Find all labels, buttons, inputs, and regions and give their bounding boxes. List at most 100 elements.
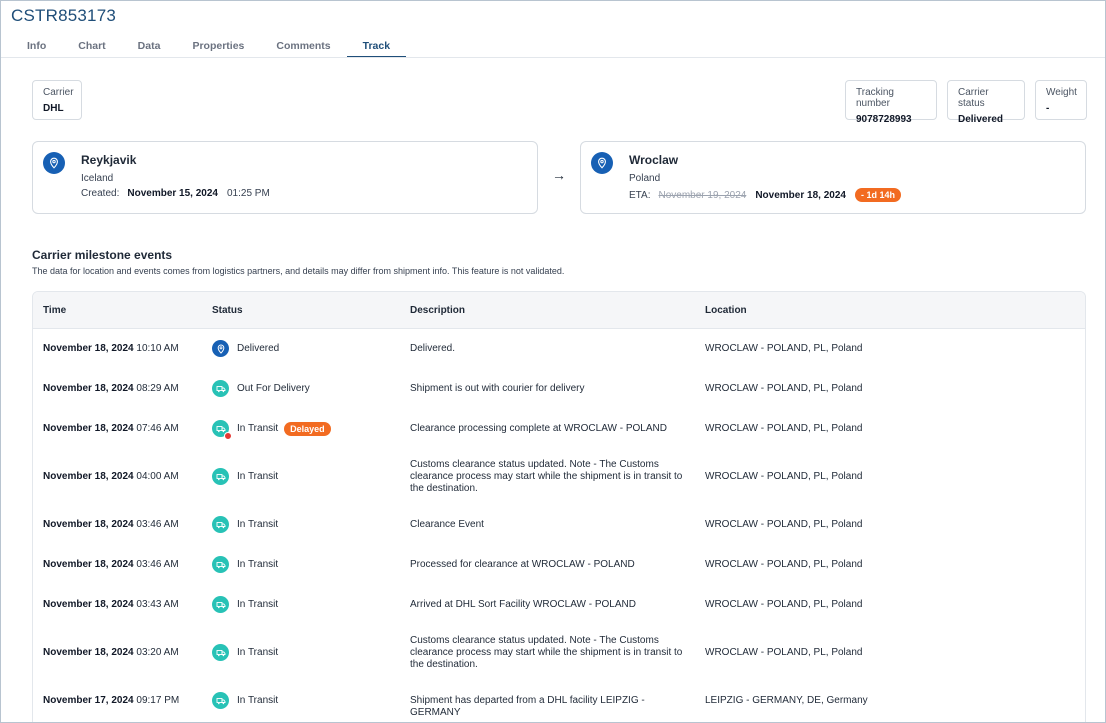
route-arrow-icon: → <box>552 167 566 183</box>
origin-city: Reykjavik <box>81 153 137 167</box>
row-location: LEIPZIG - GERMANY, DE, Germany <box>705 695 868 706</box>
row-description: Customs clearance status updated. Note -… <box>410 459 683 494</box>
table-row[interactable]: November 18, 2024 03:43 AM In Transit Arri… <box>33 585 1085 625</box>
eta-diff-badge: - 1d 14h <box>854 188 901 202</box>
table-row[interactable]: November 18, 2024 03:46 AM In Transit Proc… <box>33 545 1085 585</box>
row-time: November 17, 2024 09:17 PM <box>43 695 179 706</box>
row-status: In Transit <box>212 556 278 573</box>
carrier-box: Carrier DHL <box>32 80 82 120</box>
table-body: November 18, 2024 10:10 AM Delivered Deliv… <box>33 329 1085 721</box>
carrier-status-box: Carrier status Delivered <box>947 80 1025 125</box>
table-row[interactable]: November 18, 2024 03:20 AM In Transit Cust… <box>33 625 1085 681</box>
tab-info[interactable]: Info <box>11 32 62 58</box>
table-row[interactable]: November 18, 2024 10:10 AM Delivered Deliv… <box>33 329 1085 369</box>
row-status: Out For Delivery <box>212 380 310 397</box>
tracking-number-label: Tracking number <box>856 87 894 109</box>
pin-icon <box>212 340 229 357</box>
row-clock: 07:46 AM <box>136 423 179 434</box>
row-description: Shipment is out with courier for deliver… <box>410 383 585 394</box>
tracking-number-value: 9078728993 <box>856 114 912 125</box>
row-clock: 08:29 AM <box>136 383 179 394</box>
tab-comments[interactable]: Comments <box>260 32 346 58</box>
row-time: November 18, 2024 10:10 AM <box>43 343 179 354</box>
tab-properties[interactable]: Properties <box>176 32 260 58</box>
truck-icon <box>212 516 229 533</box>
row-time: November 18, 2024 03:43 AM <box>43 599 179 610</box>
row-clock: 09:17 PM <box>136 695 180 706</box>
tab-track[interactable]: Track <box>346 32 407 58</box>
row-status: In Transit <box>212 468 278 485</box>
weight-value: - <box>1046 103 1050 114</box>
carrier-label: Carrier <box>43 87 74 98</box>
eta-actual: November 18, 2024 <box>755 189 846 201</box>
table-row[interactable]: November 18, 2024 08:29 AM Out For Delive… <box>33 369 1085 409</box>
row-time: November 18, 2024 03:46 AM <box>43 559 179 570</box>
row-description: Arrived at DHL Sort Facility WROCLAW - P… <box>410 599 636 610</box>
alert-dot-icon <box>224 432 232 440</box>
column-time[interactable]: Time <box>43 305 66 316</box>
destination-country: Poland <box>629 173 661 184</box>
milestones-table: Time Status Description Location Novembe… <box>32 291 1086 722</box>
weight-label: Weight <box>1046 87 1077 98</box>
row-location: WROCLAW - POLAND, PL, Poland <box>705 647 863 658</box>
eta-original: November 19, 2024 <box>658 189 747 201</box>
delayed-badge: Delayed <box>284 421 331 436</box>
row-status-label: Out For Delivery <box>237 383 310 394</box>
created-label: Created: <box>81 188 120 199</box>
row-status: Delivered <box>212 340 279 357</box>
row-clock: 03:46 AM <box>136 519 179 530</box>
tab-chart[interactable]: Chart <box>62 32 121 58</box>
column-status[interactable]: Status <box>212 305 243 316</box>
row-date: November 18, 2024 <box>43 599 134 610</box>
row-location: WROCLAW - POLAND, PL, Poland <box>705 383 863 394</box>
row-status-label: In Transit <box>237 559 279 570</box>
table-row[interactable]: November 17, 2024 09:17 PM In Transit Ship… <box>33 681 1085 721</box>
page-title: CSTR853173 <box>11 6 117 25</box>
row-status-label: In Transit <box>237 423 279 434</box>
destination-city: Wroclaw <box>629 153 679 167</box>
tab-data[interactable]: Data <box>122 32 177 58</box>
column-location[interactable]: Location <box>705 305 747 316</box>
location-pin-icon <box>43 152 65 174</box>
row-time: November 18, 2024 04:00 AM <box>43 471 179 482</box>
row-description: Customs clearance status updated. Note -… <box>410 635 683 670</box>
weight-box: Weight - <box>1035 80 1087 120</box>
table-row[interactable]: November 18, 2024 03:46 AM In Transit Clea… <box>33 505 1085 545</box>
origin-created: Created: November 15, 2024 01:25 PM <box>81 188 270 199</box>
truck-icon <box>212 420 232 440</box>
row-status: In Transit <box>212 596 278 613</box>
row-date: November 18, 2024 <box>43 559 134 570</box>
column-description[interactable]: Description <box>410 305 465 316</box>
milestones-subtitle: The data for location and events comes f… <box>32 266 565 276</box>
row-description: Delivered. <box>410 343 456 354</box>
table-row[interactable]: November 18, 2024 04:00 AM In Transit Cust… <box>33 449 1085 505</box>
row-description: Shipment has departed from a DHL facilit… <box>410 695 645 718</box>
eta-label: ETA: <box>629 189 651 201</box>
truck-icon <box>212 644 229 661</box>
row-status-label: In Transit <box>237 599 279 610</box>
row-time: November 18, 2024 03:20 AM <box>43 647 179 658</box>
table-row[interactable]: November 18, 2024 07:46 AM In Transit Dela… <box>33 409 1085 449</box>
created-date: November 15, 2024 <box>127 188 218 199</box>
row-status: In Transit <box>212 516 278 533</box>
row-date: November 18, 2024 <box>43 471 134 482</box>
carrier-status-value: Delivered <box>958 114 1004 125</box>
row-status: In Transit <box>212 644 278 661</box>
row-status: In Transit Delayed <box>212 420 331 440</box>
tracking-number-box: Tracking number 9078728993 <box>845 80 937 125</box>
row-clock: 03:20 AM <box>136 647 179 658</box>
row-description: Clearance Event <box>410 519 484 530</box>
row-status-label: In Transit <box>237 647 279 658</box>
location-pin-icon <box>591 152 613 174</box>
row-date: November 18, 2024 <box>43 343 134 354</box>
tab-divider <box>1 57 1105 58</box>
milestones-title: Carrier milestone events <box>32 248 173 262</box>
row-status: In Transit <box>212 692 278 709</box>
truck-icon <box>212 596 229 613</box>
row-status-label: Delivered <box>237 343 280 354</box>
row-time: November 18, 2024 07:46 AM <box>43 423 179 434</box>
carrier-status-label: Carrier status <box>958 87 989 109</box>
created-time: 01:25 PM <box>226 188 270 199</box>
row-description: Clearance processing complete at WROCLAW… <box>410 423 667 434</box>
row-location: WROCLAW - POLAND, PL, Poland <box>705 343 863 354</box>
